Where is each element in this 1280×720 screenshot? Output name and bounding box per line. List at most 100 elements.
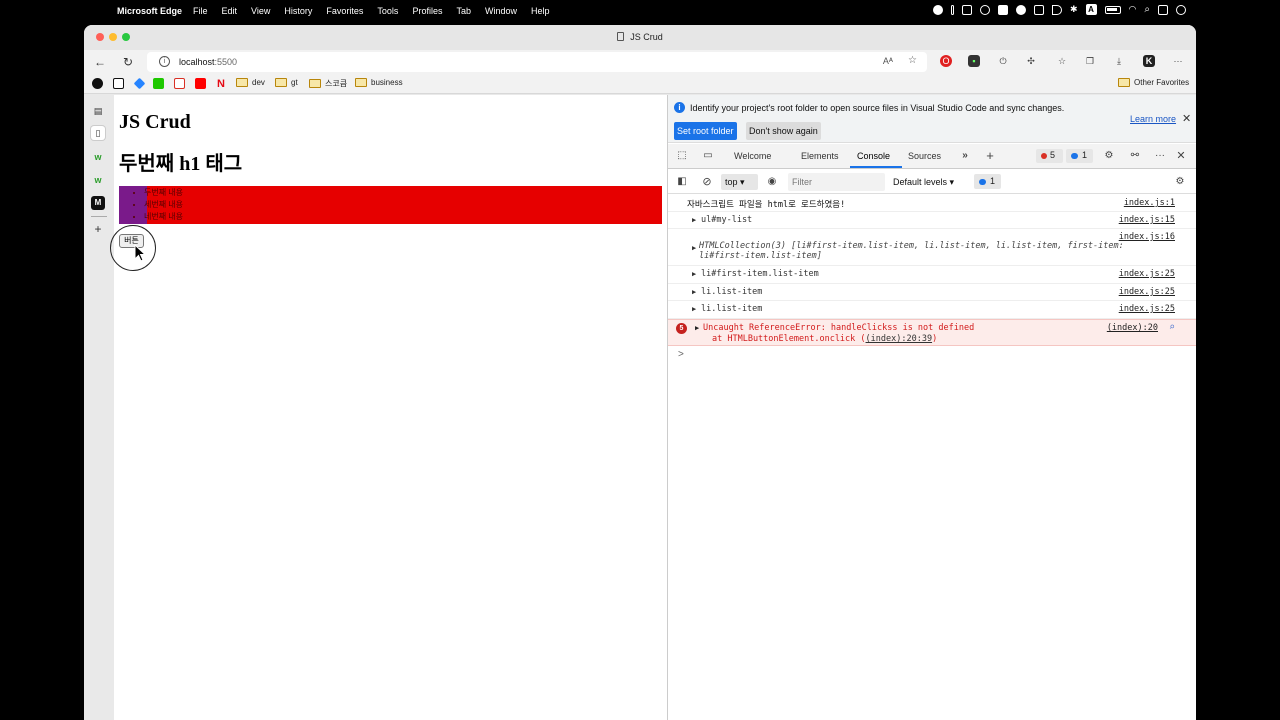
source-link[interactable]: index.js:25 xyxy=(1119,269,1175,279)
console-sidebar-icon[interactable]: ◧ xyxy=(676,176,688,188)
power-extension-icon[interactable]: ⏻ xyxy=(997,55,1009,67)
shield-icon[interactable] xyxy=(961,4,972,15)
app-name[interactable]: Microsoft Edge xyxy=(117,6,182,16)
profile-icon[interactable]: K xyxy=(1143,55,1155,67)
bookmark-folder-business[interactable]: business xyxy=(355,78,403,87)
read-aloud-icon[interactable]: Aᴬ xyxy=(883,56,893,66)
log-levels-dropdown[interactable]: Default levels ▾ xyxy=(893,177,954,188)
battery-icon[interactable] xyxy=(1104,5,1121,14)
filter-message-badge[interactable]: 1 xyxy=(974,174,1001,189)
opera-extension-icon[interactable]: O xyxy=(940,55,952,67)
menu-help[interactable]: Help xyxy=(531,6,550,16)
url-text[interactable]: localhost:5500 xyxy=(179,57,237,67)
menu-favorites[interactable]: Favorites xyxy=(326,6,363,16)
vertical-tab-w1-icon[interactable]: w xyxy=(91,150,105,164)
source-link[interactable]: (index):20 xyxy=(1107,323,1158,333)
downloads-icon[interactable]: ⤓ xyxy=(1113,55,1125,67)
menu-file[interactable]: File xyxy=(193,6,208,16)
terminal-extension-icon[interactable]: ▪ xyxy=(968,55,980,67)
error-stack-link[interactable]: (index):20:39 xyxy=(866,334,933,344)
console-row[interactable]: ▶ li.list-item index.js:25 xyxy=(668,284,1196,301)
learn-more-link[interactable]: Learn more xyxy=(1130,114,1176,124)
expand-triangle-icon[interactable]: ▶ xyxy=(692,288,696,296)
other-favorites-folder[interactable]: Other Favorites xyxy=(1118,78,1189,87)
vertical-tab-m-icon[interactable]: M xyxy=(91,196,105,210)
github-favorite[interactable] xyxy=(92,78,103,89)
site-info-icon[interactable]: i xyxy=(159,56,170,67)
menu-profiles[interactable]: Profiles xyxy=(412,6,442,16)
tab-console[interactable]: Console xyxy=(857,151,890,161)
tab-sources[interactable]: Sources xyxy=(908,151,941,161)
console-error-row[interactable]: 5 ▶ Uncaught ReferenceError: handleClick… xyxy=(668,319,1196,346)
tab-elements[interactable]: Elements xyxy=(801,151,839,161)
source-link[interactable]: index.js:25 xyxy=(1119,304,1175,314)
vertical-tab-w2-icon[interactable]: w xyxy=(91,173,105,187)
menu-window[interactable]: Window xyxy=(485,6,517,16)
tab-actions-icon[interactable]: ▤ xyxy=(91,104,105,118)
wifi-icon[interactable]: ◠ xyxy=(1129,4,1137,15)
gmail-favorite[interactable] xyxy=(174,78,185,89)
youtube-favorite[interactable] xyxy=(195,78,206,89)
favorites-icon[interactable]: ☆ xyxy=(1056,55,1068,67)
error-count-badge[interactable]: 5 xyxy=(1036,149,1063,163)
siri-icon[interactable] xyxy=(1176,4,1186,15)
tab-welcome[interactable]: Welcome xyxy=(734,151,771,161)
address-bar[interactable]: i localhost:5500 Aᴬ ☆ xyxy=(147,52,927,72)
expand-triangle-icon[interactable]: ▶ xyxy=(695,324,699,332)
close-devtools-icon[interactable]: ✕ xyxy=(1175,150,1187,162)
console-row[interactable]: ▶ li.list-item index.js:25 xyxy=(668,301,1196,319)
chat-icon[interactable] xyxy=(1015,4,1026,15)
menu-history[interactable]: History xyxy=(284,6,312,16)
new-tab-icon[interactable]: + xyxy=(91,222,105,236)
volume-icon[interactable] xyxy=(1051,4,1062,15)
inspect-element-icon[interactable]: ⬚ xyxy=(676,150,688,162)
menu-tools[interactable]: Tools xyxy=(377,6,398,16)
back-button[interactable]: ← xyxy=(93,55,107,69)
source-link[interactable]: index.js:16 xyxy=(1119,232,1175,242)
expand-triangle-icon[interactable]: ▶ xyxy=(692,270,696,278)
console-filter-input[interactable]: Filter xyxy=(788,173,885,191)
customize-menu-icon[interactable]: ··· xyxy=(1154,150,1166,162)
console-prompt[interactable]: > xyxy=(678,349,684,360)
bookmark-folder-dev[interactable]: dev xyxy=(236,78,265,87)
netflix-favorite[interactable]: N xyxy=(217,78,225,90)
record-icon[interactable] xyxy=(932,4,943,15)
device-emulation-icon[interactable]: ▭ xyxy=(702,150,714,162)
dont-show-again-button[interactable]: Don't show again xyxy=(746,122,821,140)
bookmark-folder-gt[interactable]: gt xyxy=(275,78,298,87)
control-center-icon[interactable] xyxy=(1158,4,1168,15)
set-root-folder-button[interactable]: Set root folder xyxy=(674,122,737,140)
vertical-tab-page-icon[interactable]: ▯ xyxy=(91,126,105,140)
clear-console-icon[interactable]: ⊘ xyxy=(701,176,713,188)
jira-favorite[interactable] xyxy=(133,77,146,90)
console-row[interactable]: ▶ li#first-item.list-item index.js:25 xyxy=(668,266,1196,284)
notion-favorite[interactable] xyxy=(113,78,124,89)
green-app-favorite[interactable] xyxy=(153,78,164,89)
settings-gear-icon[interactable]: ⚙ xyxy=(1103,150,1115,162)
expand-triangle-icon[interactable]: ▶ xyxy=(692,244,696,252)
timer-icon[interactable] xyxy=(979,4,990,15)
menu-view[interactable]: View xyxy=(251,6,270,16)
more-tabs-icon[interactable]: » xyxy=(959,150,971,162)
add-tab-icon[interactable]: + xyxy=(984,149,996,162)
spotlight-icon[interactable]: ⌕ xyxy=(1144,4,1150,15)
expand-triangle-icon[interactable]: ▶ xyxy=(692,305,696,313)
input-source-icon[interactable]: A xyxy=(1085,4,1097,15)
context-selector[interactable]: top ▾ xyxy=(721,174,758,190)
menu-tab[interactable]: Tab xyxy=(456,6,471,16)
source-link[interactable]: index.js:15 xyxy=(1119,215,1175,225)
source-link[interactable]: index.js:25 xyxy=(1119,287,1175,297)
expand-triangle-icon[interactable]: ▶ xyxy=(692,216,696,224)
notes-icon[interactable] xyxy=(997,4,1008,15)
menu-edit[interactable]: Edit xyxy=(222,6,238,16)
reload-button[interactable]: ↻ xyxy=(121,55,135,69)
tray-app-icon[interactable] xyxy=(950,4,954,15)
display-icon[interactable] xyxy=(1033,4,1044,15)
bluetooth-icon[interactable]: ✱ xyxy=(1070,4,1078,15)
console-settings-gear-icon[interactable]: ⚙ xyxy=(1174,176,1186,188)
message-count-badge[interactable]: 1 xyxy=(1066,149,1093,163)
console-row[interactable]: ▶ ul#my-list index.js:15 xyxy=(668,212,1196,229)
favorite-star-icon[interactable]: ☆ xyxy=(908,55,917,66)
source-link[interactable]: index.js:1 xyxy=(1124,198,1175,208)
collections-icon[interactable]: ❐ xyxy=(1084,55,1096,67)
